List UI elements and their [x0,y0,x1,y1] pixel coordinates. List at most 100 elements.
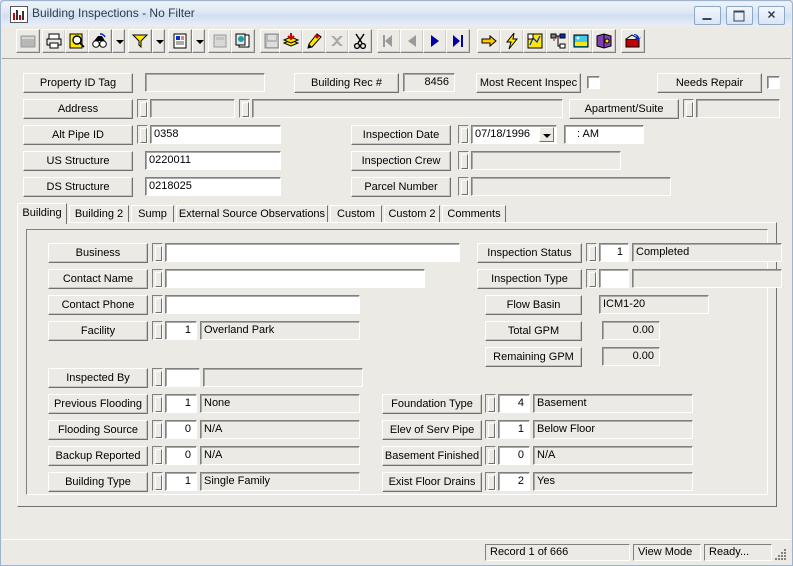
facility-code-field[interactable]: 1 [165,321,197,340]
inspection-type-code-field[interactable] [599,269,629,288]
flooding-source-code-field[interactable]: 0 [165,420,197,439]
building-type-desc-field[interactable]: Single Family [200,472,360,491]
exist-floor-drains-code-field[interactable]: 2 [498,472,530,491]
basement-finished-desc-field[interactable]: N/A [533,446,693,465]
ds-structure-label[interactable]: DS Structure [23,177,133,197]
parcel-number-label[interactable]: Parcel Number [351,177,451,197]
filter-dropdown-button[interactable] [152,29,165,53]
apartment-suite-field[interactable] [696,99,780,118]
inspection-time-field[interactable]: : AM [564,125,644,144]
needs-repair-checkbox[interactable] [767,76,780,89]
contact-name-field[interactable] [165,269,425,288]
address-street-field[interactable] [252,99,563,118]
filter-button[interactable] [128,29,152,53]
inspected-by-label[interactable]: Inspected By [48,368,148,388]
contact-name-lookup-button[interactable] [152,269,163,288]
resize-grip[interactable] [775,549,787,561]
foundation-type-label[interactable]: Foundation Type [382,394,482,414]
previous-record-button[interactable] [400,29,424,53]
maximize-button[interactable] [725,6,753,25]
backup-reported-lookup-button[interactable] [152,446,163,465]
inspection-date-dropdown-button[interactable] [539,127,554,142]
inspection-type-label[interactable]: Inspection Type [477,269,582,289]
us-structure-label[interactable]: US Structure [23,151,133,171]
parcel-number-field[interactable] [471,177,671,196]
previous-flooding-lookup-button[interactable] [152,394,163,413]
elev-of-serv-pipe-desc-field[interactable]: Below Floor [533,420,693,439]
inspection-date-lookup-button[interactable] [458,125,469,144]
cut-button[interactable] [348,29,372,53]
inspection-type-desc-field[interactable] [632,269,782,288]
inspection-status-lookup-button[interactable] [586,243,597,262]
tab-building-2[interactable]: Building 2 [69,205,129,223]
basement-finished-lookup-button[interactable] [485,446,496,465]
next-record-button[interactable] [423,29,447,53]
form-design-button[interactable] [208,29,232,53]
contact-name-label[interactable]: Contact Name [48,269,148,289]
print-button[interactable] [42,29,66,53]
basement-finished-code-field[interactable]: 0 [498,446,530,465]
business-field[interactable] [165,243,460,262]
address-lookup-button[interactable] [137,99,148,118]
flooding-source-lookup-button[interactable] [152,420,163,439]
total-gpm-field[interactable]: 0.00 [602,321,660,340]
business-lookup-button[interactable] [152,243,163,262]
last-record-button[interactable] [446,29,470,53]
previous-flooding-desc-field[interactable]: None [200,394,360,413]
first-record-button[interactable] [377,29,401,53]
minimize-button[interactable] [693,6,721,25]
exist-floor-drains-lookup-button[interactable] [485,472,496,491]
flooding-source-desc-field[interactable]: N/A [200,420,360,439]
inspection-crew-label[interactable]: Inspection Crew [351,151,451,171]
most-recent-inspection-checkbox[interactable] [587,76,600,89]
report-button[interactable] [168,29,192,53]
find-button[interactable] [88,29,112,53]
add-record-button[interactable] [279,29,303,53]
flooding-source-label[interactable]: Flooding Source [48,420,148,440]
picture-button[interactable] [569,29,593,53]
exist-floor-drains-desc-field[interactable]: Yes [533,472,693,491]
apartment-suite-label[interactable]: Apartment/Suite [569,99,679,119]
close-button[interactable]: ✕ [758,6,785,25]
contact-phone-field[interactable] [165,295,360,314]
inspection-crew-lookup-button[interactable] [458,151,469,170]
flow-basin-label[interactable]: Flow Basin [485,295,582,315]
facility-desc-field[interactable]: Overland Park [200,321,360,340]
find-dropdown-button[interactable] [112,29,125,53]
lightning-bolt-button[interactable] [500,29,524,53]
contact-phone-label[interactable]: Contact Phone [48,295,148,315]
elev-of-serv-pipe-label[interactable]: Elev of Serv Pipe [382,420,482,440]
backup-reported-code-field[interactable]: 0 [165,446,197,465]
alt-pipe-id-lookup-button[interactable] [137,125,148,144]
tab-comments[interactable]: Comments [442,205,506,223]
contact-phone-lookup-button[interactable] [152,295,163,314]
elev-of-serv-pipe-code-field[interactable]: 1 [498,420,530,439]
address-label[interactable]: Address [23,99,133,119]
alt-pipe-id-field[interactable]: 0358 [150,125,281,144]
apartment-suite-lookup-button[interactable] [683,99,694,118]
grid-view-button[interactable] [16,29,40,53]
tab-building[interactable]: Building [17,203,67,224]
report-dropdown-button[interactable] [192,29,205,53]
foundation-type-lookup-button[interactable] [485,394,496,413]
elev-of-serv-pipe-lookup-button[interactable] [485,420,496,439]
parcel-number-lookup-button[interactable] [458,177,469,196]
inspection-status-code-field[interactable]: 1 [599,243,629,262]
print-preview-button[interactable] [65,29,89,53]
tab-custom[interactable]: Custom [330,205,382,223]
building-type-lookup-button[interactable] [152,472,163,491]
edit-record-button[interactable] [302,29,326,53]
exit-button[interactable] [621,29,645,53]
inspection-date-label[interactable]: Inspection Date [351,125,451,145]
building-rec-field[interactable]: 8456 [403,73,455,92]
remaining-gpm-label[interactable]: Remaining GPM [485,347,582,367]
building-rec-label[interactable]: Building Rec # [294,73,399,93]
property-id-tag-label[interactable]: Property ID Tag [23,73,133,93]
previous-flooding-label[interactable]: Previous Flooding [48,394,148,414]
inspected-by-desc-field[interactable] [203,368,363,387]
inspected-by-lookup-button[interactable] [152,368,163,387]
address-street-lookup-button[interactable] [239,99,250,118]
tab-custom-2[interactable]: Custom 2 [384,205,440,223]
flow-basin-field[interactable]: ICM1-20 [599,295,709,314]
foundation-type-desc-field[interactable]: Basement [533,394,693,413]
